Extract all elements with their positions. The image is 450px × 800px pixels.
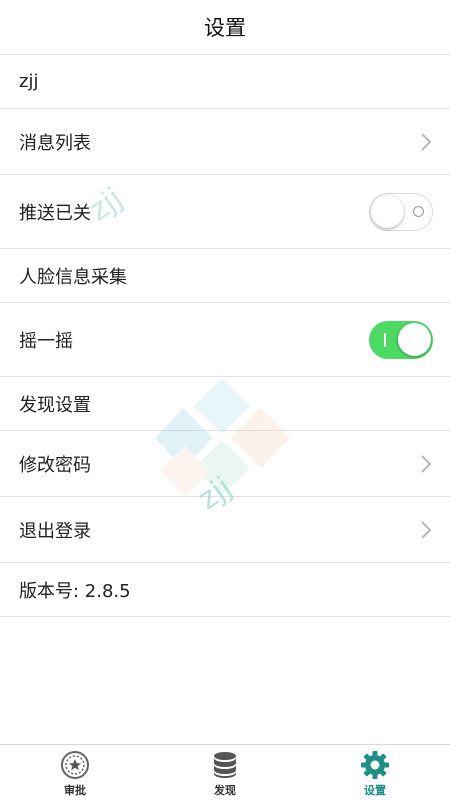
push-row: 推送已关 bbox=[0, 175, 450, 249]
shake-row: 摇一摇 bbox=[0, 303, 450, 377]
chevron-right-icon bbox=[421, 454, 432, 473]
face-capture-label: 人脸信息采集 bbox=[19, 266, 127, 288]
discover-settings-row[interactable]: 发现设置 bbox=[0, 377, 450, 431]
change-password-row[interactable]: 修改密码 bbox=[0, 431, 450, 497]
logout-row[interactable]: 退出登录 bbox=[0, 497, 450, 563]
push-label: 推送已关 bbox=[19, 202, 91, 224]
database-icon bbox=[214, 752, 236, 778]
version-label: 版本号: 2.8.5 bbox=[19, 580, 131, 602]
chevron-right-icon bbox=[421, 520, 432, 539]
toggle-knob bbox=[398, 322, 431, 356]
tab-approval[interactable]: 审批 bbox=[0, 745, 150, 800]
settings-list: zjj 消息列表 推送已关 人脸信息采集 摇一摇 发现设置 修改密码 退出登录 bbox=[0, 55, 450, 617]
change-password-label: 修改密码 bbox=[19, 454, 91, 476]
push-toggle[interactable] bbox=[369, 192, 433, 231]
toggle-on-indicator-icon bbox=[384, 332, 386, 347]
logout-label: 退出登录 bbox=[19, 520, 91, 542]
tab-discover[interactable]: 发现 bbox=[150, 745, 300, 800]
toggle-knob bbox=[371, 194, 404, 228]
discover-settings-label: 发现设置 bbox=[19, 394, 91, 416]
message-list-label: 消息列表 bbox=[19, 132, 91, 154]
page-title: 设置 bbox=[204, 16, 246, 40]
tab-discover-label: 发现 bbox=[214, 784, 236, 797]
tab-approval-label: 审批 bbox=[64, 784, 86, 797]
username-label: zjj bbox=[19, 71, 39, 92]
toggle-off-indicator-icon bbox=[413, 205, 424, 217]
gear-icon bbox=[361, 751, 389, 779]
tab-settings-label: 设置 bbox=[364, 784, 386, 797]
version-row: 版本号: 2.8.5 bbox=[0, 563, 450, 617]
message-list-row[interactable]: 消息列表 bbox=[0, 109, 450, 175]
badge-icon bbox=[61, 751, 89, 779]
tab-settings[interactable]: 设置 bbox=[300, 745, 450, 800]
user-row: zjj bbox=[0, 55, 450, 109]
shake-label: 摇一摇 bbox=[19, 330, 73, 352]
face-capture-row[interactable]: 人脸信息采集 bbox=[0, 249, 450, 303]
chevron-right-icon bbox=[421, 132, 432, 151]
shake-toggle[interactable] bbox=[369, 320, 433, 359]
top-bar: 设置 bbox=[0, 0, 450, 55]
bottom-tab-bar: 审批 发现 设置 bbox=[0, 744, 450, 800]
